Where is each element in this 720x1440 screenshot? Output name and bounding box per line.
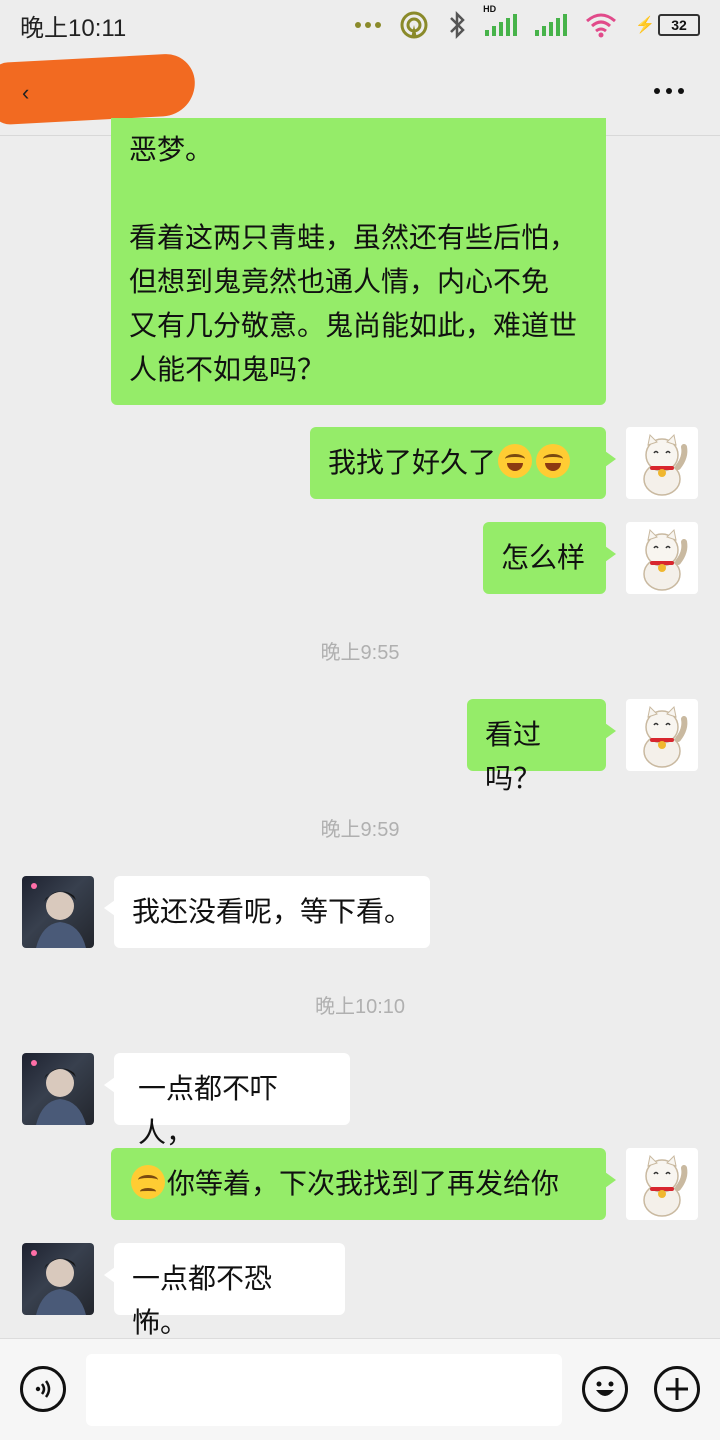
- message-bubble-sent[interactable]: 怎么样: [483, 522, 616, 594]
- message-input[interactable]: [86, 1354, 562, 1426]
- my-avatar[interactable]: [626, 699, 698, 771]
- my-avatar[interactable]: [626, 1148, 698, 1220]
- signal-icon: [535, 14, 568, 36]
- status-time: 晚上10:11: [20, 14, 127, 42]
- timestamp: 晚上9:55: [320, 642, 400, 664]
- message-line: 恶梦。: [129, 133, 214, 166]
- laughing-tears-emoji-icon: [498, 444, 533, 478]
- message-bubble-received[interactable]: 一点都不吓人，: [104, 1053, 350, 1149]
- message-bubble-sent[interactable]: 看过吗？: [467, 699, 616, 795]
- signal-hd-icon: HD: [483, 4, 518, 36]
- status-icons: HD ⚡ 32: [355, 4, 700, 40]
- message-text: 一点都不吓人，: [138, 1072, 279, 1149]
- battery-icon: ⚡ 32: [635, 14, 700, 36]
- input-bar: [0, 1338, 720, 1440]
- bluetooth-icon: [450, 10, 465, 40]
- message-line: [129, 172, 588, 216]
- more-dots-icon[interactable]: [654, 88, 684, 94]
- redacted-contact-name: [0, 52, 197, 126]
- message-line: 又有几分敬意。鬼尚能如此，难道世: [129, 309, 578, 342]
- message-line: 看着这两只青蛙，虽然还有些后怕，: [129, 221, 578, 254]
- lucky-cat-icon: [643, 1154, 688, 1217]
- message-text: 你等着，下次我找到了再发给你: [167, 1167, 560, 1200]
- message-bubble-sent[interactable]: 我找了好久了: [310, 427, 616, 499]
- contact-avatar[interactable]: [22, 1243, 94, 1315]
- message-bubble-received[interactable]: 我还没看呢，等下看。: [104, 876, 430, 948]
- timestamp: 晚上10:10: [314, 996, 406, 1018]
- person-photo-icon: [31, 1250, 86, 1315]
- timestamp: 晚上9:59: [320, 819, 400, 841]
- voice-icon[interactable]: [20, 1366, 66, 1412]
- laughing-tears-emoji-icon: [536, 444, 571, 478]
- notification-dots-icon: [355, 22, 382, 28]
- message-text: 看过吗？: [485, 718, 542, 795]
- person-photo-icon: [31, 883, 86, 948]
- back-icon[interactable]: ‹: [22, 80, 29, 106]
- lucky-cat-icon: [643, 433, 688, 496]
- contact-avatar[interactable]: [22, 876, 94, 948]
- battery-level: 32: [658, 14, 700, 36]
- status-bar: 晚上10:11 HD ⚡ 32: [0, 0, 720, 50]
- contact-avatar[interactable]: [22, 1053, 94, 1125]
- lucky-cat-icon: [643, 528, 688, 591]
- hd-label: HD: [483, 4, 497, 14]
- message-bubble-sent[interactable]: 恶梦。 看着这两只青蛙，虽然还有些后怕， 但想到鬼竟然也通人情，内心不免 又有几…: [111, 118, 606, 405]
- message-text: 一点都不恐怖。: [132, 1262, 273, 1339]
- message-bubble-sent[interactable]: 你等着，下次我找到了再发给你: [111, 1148, 616, 1220]
- lucky-cat-icon: [643, 705, 688, 768]
- person-photo-icon: [31, 1060, 86, 1125]
- emoji-icon[interactable]: [582, 1366, 628, 1412]
- my-avatar[interactable]: [626, 427, 698, 499]
- wifi-icon: [586, 13, 617, 38]
- message-text: 我还没看呢，等下看。: [132, 895, 413, 928]
- message-bubble-received[interactable]: 一点都不恐怖。: [104, 1243, 345, 1339]
- message-line: 人能不如鬼吗？: [129, 353, 326, 386]
- plus-icon[interactable]: [654, 1366, 700, 1412]
- hotspot-icon: [400, 11, 428, 39]
- pleading-face-emoji-icon: [131, 1165, 165, 1199]
- message-text: 我找了好久了: [328, 446, 497, 479]
- my-avatar[interactable]: [626, 522, 698, 594]
- message-line: 但想到鬼竟然也通人情，内心不免: [129, 265, 550, 298]
- message-text: 怎么样: [501, 541, 586, 574]
